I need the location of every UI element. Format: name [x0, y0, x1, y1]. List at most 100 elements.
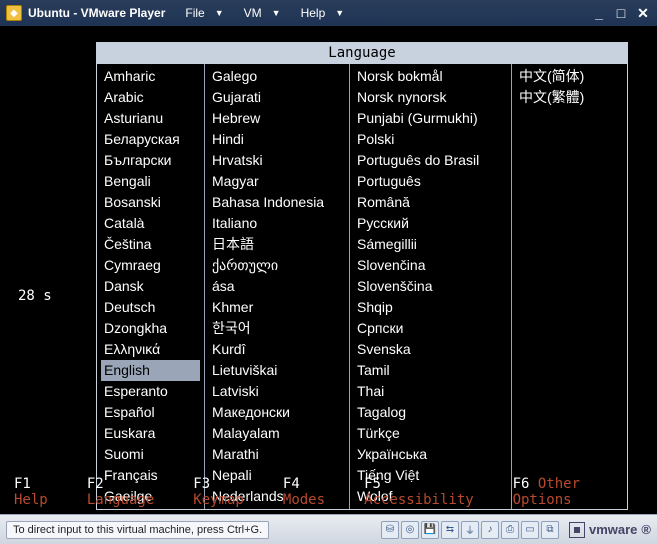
language-option[interactable]: 한국어 [209, 318, 345, 339]
chevron-down-icon: ▼ [268, 6, 285, 20]
language-option[interactable]: Slovenčina [354, 255, 507, 276]
hard-disk-icon[interactable]: ⛁ [381, 521, 399, 539]
language-option[interactable]: Kurdî [209, 339, 345, 360]
language-option[interactable]: ქართული [209, 255, 345, 276]
language-selector: Language AmharicArabicAsturianuБеларуска… [96, 42, 628, 510]
language-option[interactable]: Deutsch [101, 297, 200, 318]
language-option[interactable]: ása [209, 276, 345, 297]
fkey-f6[interactable]: F6 Other Options [513, 476, 647, 508]
language-option[interactable]: Українська [354, 444, 507, 465]
language-option[interactable]: Bosanski [101, 192, 200, 213]
language-option[interactable]: Română [354, 192, 507, 213]
language-option[interactable]: Marathi [209, 444, 345, 465]
language-option[interactable]: Shqip [354, 297, 507, 318]
language-option[interactable]: Español [101, 402, 200, 423]
floppy-icon[interactable]: 💾 [421, 521, 439, 539]
language-option[interactable]: Dzongkha [101, 318, 200, 339]
language-option[interactable]: Arabic [101, 87, 200, 108]
fkey-f1[interactable]: F1 Help [14, 476, 73, 508]
language-option[interactable]: Khmer [209, 297, 345, 318]
titlebar: ◆ Ubuntu - VMware Player File▼ VM▼ Help▼… [0, 0, 657, 26]
input-hint: To direct input to this virtual machine,… [6, 521, 269, 539]
language-option[interactable]: Português do Brasil [354, 150, 507, 171]
sound-icon[interactable]: ♪ [481, 521, 499, 539]
language-column: Norsk bokmålNorsk nynorskPunjabi (Gurmuk… [350, 64, 512, 509]
fkey-f3[interactable]: F3 Keymap [193, 476, 269, 508]
language-header: Language [96, 42, 628, 64]
language-option[interactable]: Bengali [101, 171, 200, 192]
function-key-bar: F1 Help F2 Language F3 Keymap F4 Modes F5 Ac… [14, 476, 647, 508]
language-option[interactable]: Српски [354, 318, 507, 339]
language-option[interactable]: Polski [354, 129, 507, 150]
language-option[interactable]: Català [101, 213, 200, 234]
language-option[interactable]: Asturianu [101, 108, 200, 129]
language-option[interactable]: Ελληνικά [101, 339, 200, 360]
language-column: GalegoGujaratiHebrewHindiHrvatskiMagyarB… [205, 64, 350, 509]
language-column: 中文(简体)中文(繁體) [512, 64, 627, 509]
language-option[interactable]: Македонски [209, 402, 345, 423]
language-option[interactable]: English [101, 360, 200, 381]
language-option[interactable]: Hrvatski [209, 150, 345, 171]
language-option[interactable]: Suomi [101, 444, 200, 465]
minimize-button[interactable]: _ [591, 5, 607, 21]
cd-dvd-icon[interactable]: ◎ [401, 521, 419, 539]
language-option[interactable]: Norsk bokmål [354, 66, 507, 87]
fkey-f2[interactable]: F2 Language [87, 476, 179, 508]
language-option[interactable]: Български [101, 150, 200, 171]
language-option[interactable]: Esperanto [101, 381, 200, 402]
language-option[interactable]: Punjabi (Gurmukhi) [354, 108, 507, 129]
language-list[interactable]: AmharicArabicAsturianuБеларускаяБългарск… [96, 64, 628, 510]
language-option[interactable]: Русский [354, 213, 507, 234]
vmware-logo: vmware® [569, 522, 651, 538]
language-option[interactable]: Tamil [354, 360, 507, 381]
language-option[interactable]: Norsk nynorsk [354, 87, 507, 108]
vmware-box-icon [569, 522, 585, 538]
language-option[interactable]: Malayalam [209, 423, 345, 444]
language-option[interactable]: Sámegillii [354, 234, 507, 255]
language-option[interactable]: Latviski [209, 381, 345, 402]
language-option[interactable]: Amharic [101, 66, 200, 87]
vm-display[interactable]: 28 s Language AmharicArabicAsturianuБела… [0, 26, 657, 514]
menu-vm[interactable]: VM▼ [236, 2, 289, 24]
language-option[interactable]: Čeština [101, 234, 200, 255]
vm-app-icon: ◆ [6, 5, 22, 21]
language-option[interactable]: Svenska [354, 339, 507, 360]
language-option[interactable]: 日本語 [209, 234, 345, 255]
fkey-f5[interactable]: F5 Accessibility [364, 476, 498, 508]
language-option[interactable]: Hebrew [209, 108, 345, 129]
language-option[interactable]: Galego [209, 66, 345, 87]
display-icon[interactable]: ▭ [521, 521, 539, 539]
usb-icon[interactable]: ⏚ [461, 521, 479, 539]
printer-icon[interactable]: ⎙ [501, 521, 519, 539]
menu-file[interactable]: File▼ [177, 2, 231, 24]
fkey-f4[interactable]: F4 Modes [283, 476, 350, 508]
window-menubar: File▼ VM▼ Help▼ [177, 2, 352, 24]
language-option[interactable]: Dansk [101, 276, 200, 297]
network-icon[interactable]: ⇆ [441, 521, 459, 539]
language-option[interactable]: Lietuviškai [209, 360, 345, 381]
language-option[interactable]: Euskara [101, 423, 200, 444]
shared-folders-icon[interactable]: ⧉ [541, 521, 559, 539]
language-option[interactable]: Slovenščina [354, 276, 507, 297]
window-title: Ubuntu - VMware Player [28, 6, 165, 20]
close-button[interactable]: ✕ [635, 5, 651, 21]
language-option[interactable]: 中文(繁體) [516, 87, 623, 108]
language-option[interactable]: Tagalog [354, 402, 507, 423]
countdown-timer: 28 s [18, 288, 52, 304]
language-option[interactable]: Thai [354, 381, 507, 402]
language-column: AmharicArabicAsturianuБеларускаяБългарск… [97, 64, 205, 509]
language-option[interactable]: 中文(简体) [516, 66, 623, 87]
maximize-button[interactable]: □ [613, 5, 629, 21]
language-option[interactable]: Türkçe [354, 423, 507, 444]
language-option[interactable]: Cymraeg [101, 255, 200, 276]
language-option[interactable]: Беларуская [101, 129, 200, 150]
statusbar: To direct input to this virtual machine,… [0, 514, 657, 544]
language-option[interactable]: Hindi [209, 129, 345, 150]
language-option[interactable]: Bahasa Indonesia [209, 192, 345, 213]
language-option[interactable]: Gujarati [209, 87, 345, 108]
language-option[interactable]: Português [354, 171, 507, 192]
language-option[interactable]: Magyar [209, 171, 345, 192]
language-option[interactable]: Italiano [209, 213, 345, 234]
menu-help[interactable]: Help▼ [293, 2, 353, 24]
chevron-down-icon: ▼ [211, 6, 228, 20]
